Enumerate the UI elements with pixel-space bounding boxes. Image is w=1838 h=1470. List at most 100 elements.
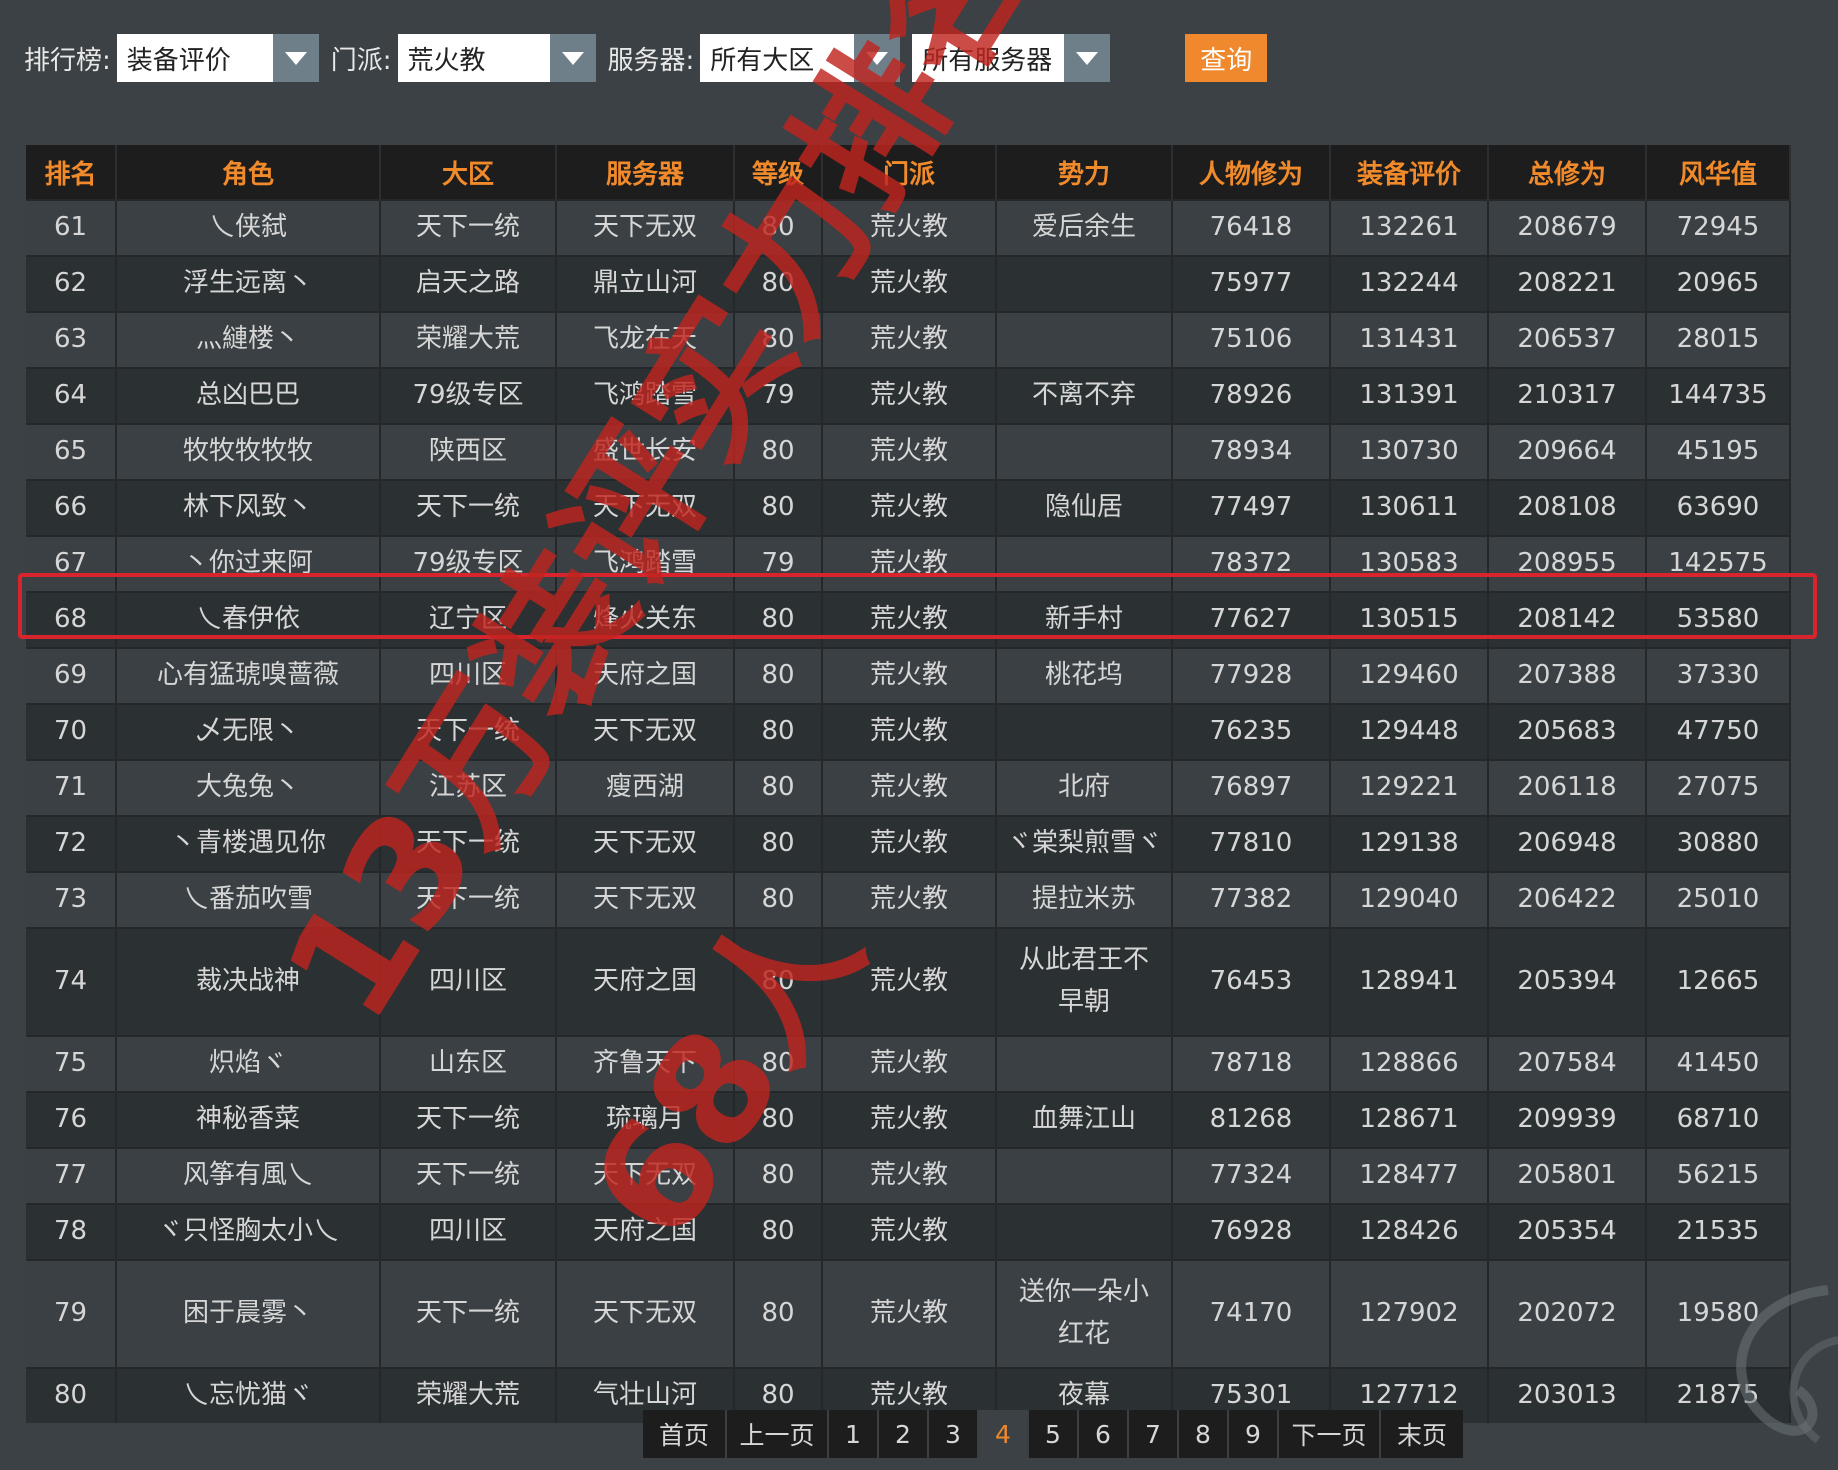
table-row: 63 灬縺楼丶 荣耀大荒 飞龙在天 80 荒火教 75106 131431 206537 2801… — [26, 311, 1791, 368]
table-row: 79 困于晨雾丶 天下一统 天下无双 80 荒火教 送你一朵小红花 74170 127902 20… — [26, 1259, 1791, 1368]
faction-cell — [996, 703, 1173, 760]
server-select[interactable]: 所有服务器 — [912, 34, 1111, 82]
server-cell: 天府之国 — [556, 647, 735, 704]
sect-cell: 荒火教 — [822, 871, 997, 928]
region-cell: 荣耀大荒 — [380, 1367, 557, 1423]
page-link[interactable]: 9 — [1229, 1410, 1279, 1458]
header-role: 角色 — [116, 145, 381, 200]
total-cultivation-cell: 210317 — [1488, 367, 1647, 424]
page-link[interactable]: 4 — [979, 1410, 1029, 1458]
char-cultivation-cell: 78926 — [1172, 367, 1331, 424]
char-cultivation-cell: 76453 — [1172, 927, 1331, 1036]
fenghua-cell: 56215 — [1646, 1147, 1791, 1204]
query-button[interactable]: 查询 — [1185, 34, 1268, 82]
total-cultivation-cell: 206422 — [1488, 871, 1647, 928]
char-cultivation-cell: 77382 — [1172, 871, 1331, 928]
sect-cell: 荒火教 — [822, 1203, 997, 1260]
sect-cell: 荒火教 — [822, 311, 997, 368]
total-cultivation-cell: 205683 — [1488, 703, 1647, 760]
server-cell: 天下无双 — [556, 479, 735, 536]
server-cell: 烽火关东 — [556, 591, 735, 648]
role-cell: 乀忘忧猫ヾ — [116, 1367, 381, 1423]
header-sect: 门派 — [822, 145, 997, 200]
sect-cell: 荒火教 — [822, 1035, 997, 1092]
chevron-down-icon[interactable] — [854, 34, 901, 82]
chevron-down-icon[interactable] — [272, 34, 319, 82]
server-cell: 琉璃月 — [556, 1091, 735, 1148]
page-link[interactable]: 1 — [829, 1410, 879, 1458]
fenghua-cell: 41450 — [1646, 1035, 1791, 1092]
ranking-select[interactable]: 装备评价 — [116, 34, 319, 82]
char-cultivation-cell: 75106 — [1172, 311, 1331, 368]
faction-cell — [996, 1035, 1173, 1092]
next-page-link[interactable]: 下一页 — [1279, 1410, 1381, 1458]
level-cell: 80 — [734, 423, 823, 480]
role-cell: ヾ只怪胸太小乀 — [116, 1203, 381, 1260]
table-row: 62 浮生远离丶 启天之路 鼎立山河 80 荒火教 75977 132244 208221 209… — [26, 255, 1791, 312]
equip-rating-cell: 129040 — [1330, 871, 1489, 928]
faction-cell: 北府 — [996, 759, 1173, 816]
level-cell: 80 — [734, 311, 823, 368]
equip-rating-cell: 130583 — [1330, 535, 1489, 592]
faction-cell: 不离不弃 — [996, 367, 1173, 424]
char-cultivation-cell: 76418 — [1172, 199, 1331, 256]
region-cell: 天下一统 — [380, 1259, 557, 1368]
equip-rating-cell: 132261 — [1330, 199, 1489, 256]
level-cell: 80 — [734, 815, 823, 872]
rank-cell: 62 — [26, 255, 117, 312]
page-link[interactable]: 6 — [1079, 1410, 1129, 1458]
region-cell: 辽宁区 — [380, 591, 557, 648]
table-row: 72 丶青楼遇见你 天下一统 天下无双 80 荒火教 ヾ棠梨煎雪ヾ 77810 129138 20… — [26, 815, 1791, 872]
equip-rating-cell: 128866 — [1330, 1035, 1489, 1092]
header-total-cultivation: 总修为 — [1488, 145, 1647, 200]
level-cell: 79 — [734, 535, 823, 592]
rank-cell: 80 — [26, 1367, 117, 1423]
prev-page-link[interactable]: 上一页 — [727, 1410, 829, 1458]
total-cultivation-cell: 205354 — [1488, 1203, 1647, 1260]
fenghua-cell: 63690 — [1646, 479, 1791, 536]
level-cell: 80 — [734, 591, 823, 648]
first-page-link[interactable]: 首页 — [643, 1410, 727, 1458]
table-row: 76 神秘香菜 天下一统 琉璃月 80 荒火教 血舞江山 81268 128671 209939 6… — [26, 1091, 1791, 1148]
filter-bar: 排行榜: 装备评价 门派: 荒火教 服务器: 所有大区 所有服务器 查询 — [24, 33, 1268, 83]
pagination: 首页 上一页 123456789 下一页 末页 — [643, 1410, 1463, 1458]
sect-select[interactable]: 荒火教 — [397, 34, 596, 82]
role-cell: 浮生远离丶 — [116, 255, 381, 312]
level-cell: 80 — [734, 871, 823, 928]
char-cultivation-cell: 77627 — [1172, 591, 1331, 648]
header-rank: 排名 — [26, 145, 117, 200]
region-cell: 山东区 — [380, 1035, 557, 1092]
char-cultivation-cell: 78718 — [1172, 1035, 1331, 1092]
total-cultivation-cell: 209939 — [1488, 1091, 1647, 1148]
role-cell: 炽焰ヾ — [116, 1035, 381, 1092]
total-cultivation-cell: 208679 — [1488, 199, 1647, 256]
page-link[interactable]: 3 — [929, 1410, 979, 1458]
region-cell: 启天之路 — [380, 255, 557, 312]
table-row: 73 乀番茄吹雪 天下一统 天下无双 80 荒火教 提拉米苏 77382 129040 20642… — [26, 871, 1791, 928]
level-cell: 80 — [734, 703, 823, 760]
fenghua-cell: 144735 — [1646, 367, 1791, 424]
chevron-down-icon[interactable] — [549, 34, 596, 82]
faction-cell — [996, 535, 1173, 592]
fenghua-cell: 30880 — [1646, 815, 1791, 872]
sect-cell: 荒火教 — [822, 647, 997, 704]
last-page-link[interactable]: 末页 — [1381, 1410, 1463, 1458]
char-cultivation-cell: 77324 — [1172, 1147, 1331, 1204]
chevron-down-icon[interactable] — [1064, 34, 1111, 82]
faction-cell: 提拉米苏 — [996, 871, 1173, 928]
server-cell: 鼎立山河 — [556, 255, 735, 312]
region-select[interactable]: 所有大区 — [700, 34, 901, 82]
region-select-value: 所有大区 — [700, 34, 855, 82]
rank-cell: 65 — [26, 423, 117, 480]
table-row: 61 乀侠弑 天下一统 天下无双 80 荒火教 爱后余生 76418 132261 208679 7… — [26, 199, 1791, 256]
table-row: 70 乄无限丶 天下一统 天下无双 80 荒火教 76235 129448 205683 4775… — [26, 703, 1791, 760]
fenghua-cell: 12665 — [1646, 927, 1791, 1036]
rank-cell: 67 — [26, 535, 117, 592]
page-link[interactable]: 7 — [1129, 1410, 1179, 1458]
page-link[interactable]: 2 — [879, 1410, 929, 1458]
page-link[interactable]: 8 — [1179, 1410, 1229, 1458]
region-cell: 四川区 — [380, 927, 557, 1036]
page-link[interactable]: 5 — [1029, 1410, 1079, 1458]
sect-cell: 荒火教 — [822, 255, 997, 312]
fenghua-cell: 72945 — [1646, 199, 1791, 256]
